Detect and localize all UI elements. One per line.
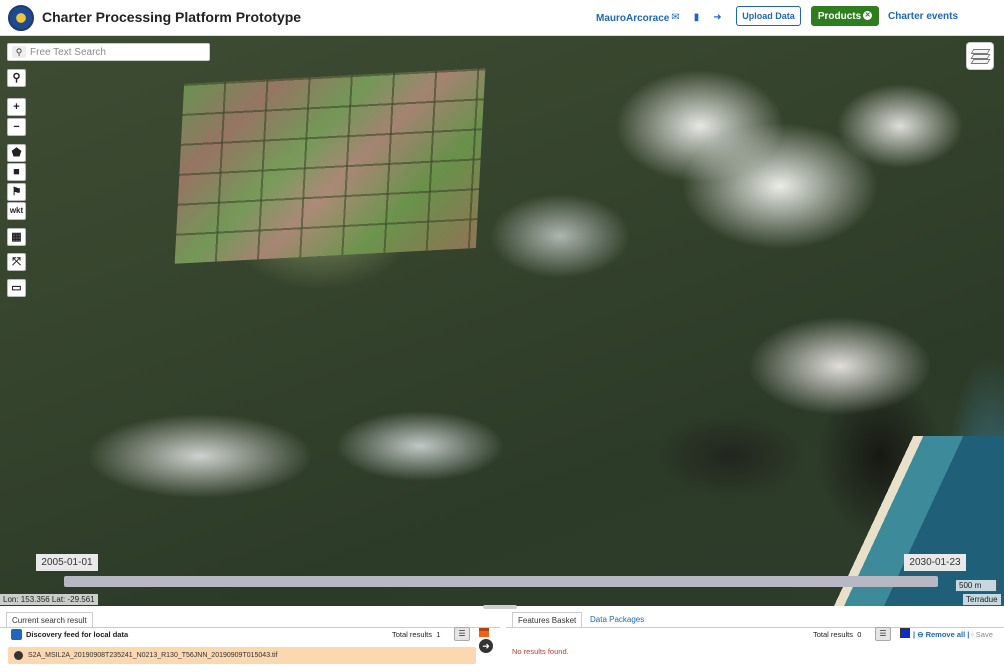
- basket-total-label: Total results: [813, 630, 854, 639]
- results-total-label: Total results: [392, 630, 433, 639]
- gallery-icon[interactable]: ▦: [7, 228, 26, 246]
- basket-list-view-icon[interactable]: ☰: [875, 627, 891, 641]
- arrow-right-icon[interactable]: ➜: [479, 639, 493, 653]
- time-end-label[interactable]: 2030-01-23: [904, 554, 966, 571]
- wkt-button[interactable]: wkt: [7, 202, 26, 220]
- save-icon: ▫: [971, 630, 974, 639]
- tab-features-basket[interactable]: Features Basket: [512, 612, 583, 628]
- search-icon[interactable]: ⚲: [12, 46, 26, 58]
- point-icon[interactable]: ⚑: [7, 183, 26, 201]
- tab-current-search-result[interactable]: Current search result: [6, 612, 93, 628]
- rss-feed-icon[interactable]: [479, 628, 489, 637]
- divider: [506, 627, 1004, 628]
- divider: [0, 627, 500, 628]
- farmland-fields: [174, 68, 486, 264]
- panel-resize-handle[interactable]: [483, 605, 517, 609]
- color-swatch[interactable]: [900, 628, 910, 638]
- app-title: Charter Processing Platform Prototype: [42, 9, 302, 25]
- envelope-icon[interactable]: ✉: [670, 12, 681, 23]
- layers-icon[interactable]: [966, 42, 994, 70]
- products-label: Products: [817, 10, 862, 22]
- results-total-value: 1: [436, 630, 441, 639]
- search-tool-icon[interactable]: ⚲: [7, 69, 26, 87]
- list-item[interactable]: S2A_MSIL2A_20190908T235241_N0213_R130_T5…: [8, 647, 476, 664]
- timeline-slider[interactable]: [64, 576, 938, 587]
- remove-icon: ⊖: [917, 630, 924, 639]
- expand-icon[interactable]: ⤧: [7, 253, 26, 271]
- close-circle-icon: ✕: [863, 11, 873, 21]
- map-attribution[interactable]: Terradue: [963, 594, 1001, 605]
- upload-data-button[interactable]: Upload Data: [736, 6, 801, 26]
- feed-title: Discovery feed for local data: [26, 630, 129, 639]
- bottom-panels: Current search result Discovery feed for…: [0, 605, 1004, 672]
- list-view-icon[interactable]: ☰: [454, 627, 470, 641]
- app-header: Charter Processing Platform Prototype Ma…: [0, 0, 1004, 36]
- charter-logo[interactable]: [8, 5, 34, 31]
- globe-icon: [14, 651, 23, 660]
- save-link[interactable]: ▫ Save: [971, 630, 993, 639]
- basket-total: Total results 0: [813, 630, 861, 639]
- square-icon[interactable]: ■: [7, 163, 26, 181]
- remove-all-link[interactable]: | ⊖ Remove all |: [913, 630, 969, 639]
- products-button[interactable]: Products ✕: [811, 6, 879, 26]
- polygon-icon[interactable]: ⬟: [7, 144, 26, 162]
- search-input[interactable]: [30, 45, 205, 59]
- save-label: Save: [975, 630, 993, 639]
- zoom-in-button[interactable]: +: [7, 98, 26, 116]
- free-text-search: ⚲: [7, 43, 210, 61]
- username-link[interactable]: MauroArcorace: [596, 13, 669, 24]
- coordinates-readout: Lon: 153.356 Lat: -29.561: [0, 594, 98, 605]
- sign-out-icon[interactable]: ➜: [712, 12, 723, 23]
- map-view[interactable]: ⚲ ⚲ + − ⬟ ■ ⚑ wkt ▦ ⤧ ▭ 2005-01-01 2030-…: [0, 36, 1004, 606]
- remove-all-label: Remove all: [925, 630, 966, 639]
- tab-data-packages[interactable]: Data Packages: [585, 612, 649, 628]
- time-start-label[interactable]: 2005-01-01: [36, 554, 98, 571]
- layer-shape: [970, 59, 991, 64]
- ruler-icon[interactable]: ▭: [7, 279, 26, 297]
- scale-bar: 500 m: [955, 580, 997, 592]
- results-total: Total results 1: [392, 630, 440, 639]
- share-icon: [11, 629, 22, 640]
- basket-total-value: 0: [857, 630, 862, 639]
- book-icon[interactable]: ▮: [691, 12, 702, 23]
- zoom-out-button[interactable]: −: [7, 118, 26, 136]
- charter-events-link[interactable]: Charter events: [888, 11, 958, 22]
- no-results-message: No results found.: [512, 647, 569, 656]
- result-item-name: S2A_MSIL2A_20190908T235241_N0213_R130_T5…: [28, 652, 278, 659]
